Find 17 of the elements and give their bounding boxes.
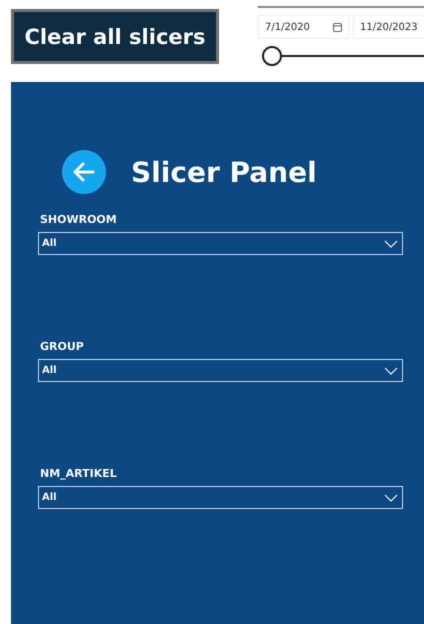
calendar-icon [333, 22, 342, 32]
chevron-down-icon [384, 366, 398, 374]
dropdown-field[interactable]: All [38, 232, 403, 255]
arrow-left-icon [73, 162, 95, 182]
end-date-field[interactable]: 11/20/2023 [353, 15, 424, 39]
clear-slicers-button[interactable]: Clear all slicers [11, 9, 219, 64]
slider-handle[interactable] [262, 46, 282, 66]
dropdown-field[interactable]: All [38, 486, 403, 509]
start-date-field[interactable]: 7/1/2020 [258, 15, 349, 39]
slicer-label: NM_ARTIKEL [40, 467, 117, 480]
panel-title: Slicer Panel [131, 156, 317, 188]
dropdown-field[interactable]: All [38, 359, 403, 382]
chevron-down-icon [384, 240, 398, 248]
back-button[interactable] [62, 150, 106, 194]
chevron-down-icon [384, 494, 398, 502]
slicer-label: SHOWROOM [40, 213, 117, 226]
slicer-label: GROUP [40, 340, 84, 353]
